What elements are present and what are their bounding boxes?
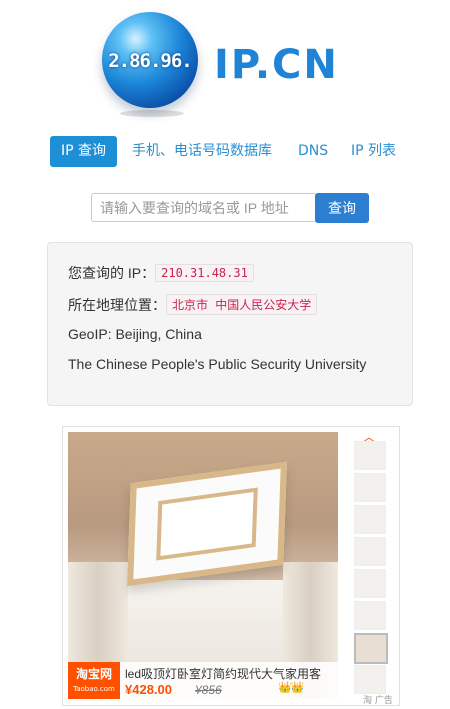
- ceiling-lamp: [127, 461, 287, 587]
- location-label: 所在地理位置：: [68, 297, 166, 313]
- thumbnail[interactable]: [354, 473, 386, 502]
- taobao-logo-text: 淘宝网: [75, 667, 112, 681]
- taobao-ad[interactable]: 淘宝网 Taobao.com led吸顶灯卧室灯简约现代大气家用客 ¥428.0…: [62, 426, 400, 706]
- search-button[interactable]: 查询: [315, 193, 369, 223]
- ad-caption[interactable]: 淘宝网 Taobao.com led吸顶灯卧室灯简约现代大气家用客 ¥428.0…: [68, 662, 338, 699]
- taobao-logo-sub: Taobao.com: [73, 685, 115, 693]
- nav-dns[interactable]: DNS: [298, 136, 328, 167]
- ad-product-image[interactable]: 淘宝网 Taobao.com led吸顶灯卧室灯简约现代大气家用客 ¥428.0…: [68, 432, 338, 699]
- crown-badge-icon: 👑👑: [278, 681, 304, 694]
- globe-shadow: [120, 110, 184, 117]
- ad-label: 淘 广告: [363, 696, 393, 706]
- location-row: 所在地理位置： 北京市 中国人民公安大学: [68, 294, 318, 315]
- thumbnail[interactable]: [354, 601, 386, 630]
- brand-name: IP.CN: [214, 42, 339, 88]
- search-input[interactable]: [91, 193, 317, 222]
- ad-thumbnail-strip: ︿: [349, 427, 393, 705]
- ip-row: 您查询的 IP： 210.31.48.31: [68, 263, 254, 283]
- thumbnail-selected[interactable]: [354, 633, 388, 664]
- ip-label: 您查询的 IP：: [68, 265, 156, 281]
- thumbnail[interactable]: [354, 665, 386, 694]
- globe-text: 2.86.96.: [108, 50, 193, 72]
- ceiling-lamp-inner: [156, 487, 258, 561]
- thumbnail[interactable]: [354, 441, 386, 470]
- nav-ip-lookup[interactable]: IP 查询: [50, 136, 118, 167]
- nav-phone-database[interactable]: 手机、电话号码数据库: [132, 136, 272, 167]
- location-value: 北京市 中国人民公安大学: [166, 294, 318, 315]
- thumbnail[interactable]: [354, 569, 386, 598]
- result-panel: 您查询的 IP： 210.31.48.31 所在地理位置： 北京市 中国人民公安大学…: [47, 242, 413, 406]
- ad-old-price: ¥856: [195, 683, 222, 697]
- geoip-text: GeoIP: Beijing, China: [68, 326, 202, 342]
- site-logo[interactable]: 2.86.96. IP.CN: [102, 12, 362, 117]
- thumbnail[interactable]: [354, 537, 386, 566]
- ip-value: 210.31.48.31: [155, 264, 254, 282]
- thumbnail[interactable]: [354, 505, 386, 534]
- ad-product-title[interactable]: led吸顶灯卧室灯简约现代大气家用客: [125, 665, 333, 682]
- taobao-logo: 淘宝网 Taobao.com: [68, 662, 120, 699]
- nav-ip-list[interactable]: IP 列表: [351, 136, 396, 167]
- organization-text: The Chinese People's Public Security Uni…: [68, 356, 367, 372]
- ad-price: ¥428.00: [125, 682, 172, 697]
